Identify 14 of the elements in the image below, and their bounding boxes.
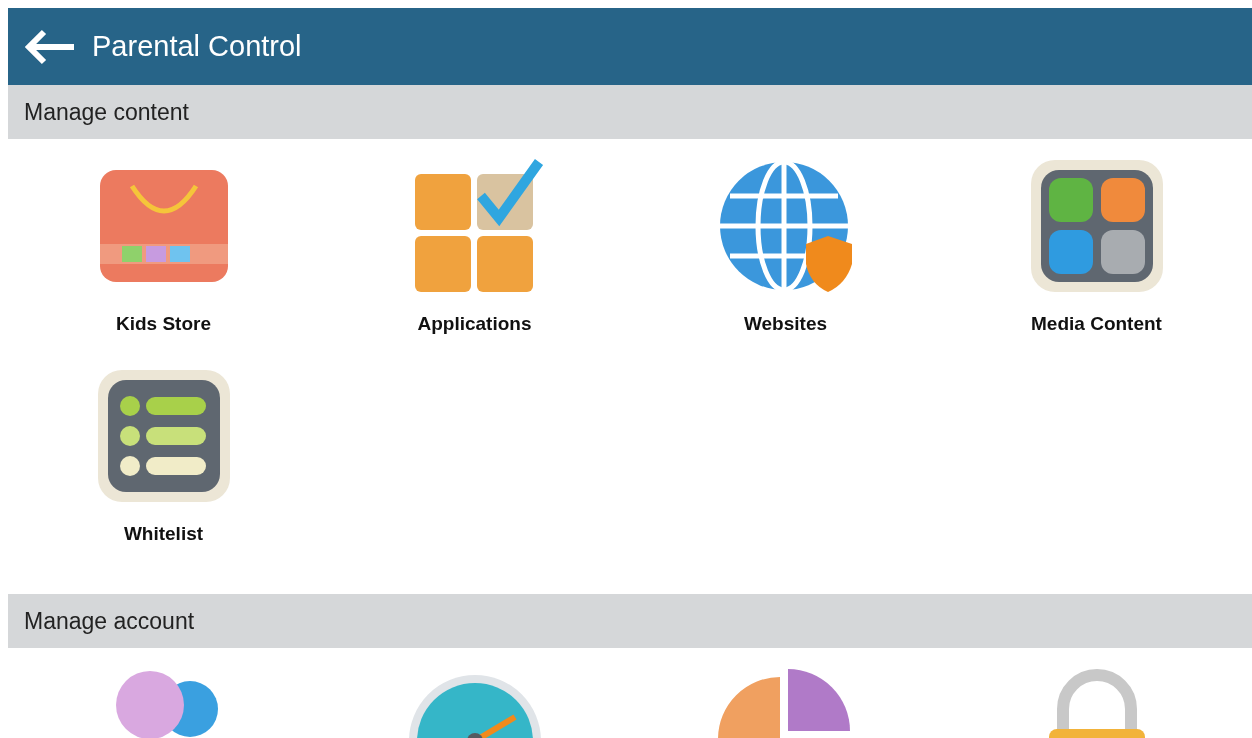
tile-label: Websites (743, 312, 828, 336)
menu-tile[interactable]: Whitelist (8, 366, 319, 576)
header-title: Parental Control (92, 28, 302, 64)
tile-label: Kids Store (116, 312, 211, 336)
tile-label: Whitelist (123, 522, 204, 546)
menu-tile[interactable]: Websites (630, 156, 941, 366)
back-arrow-icon[interactable] (24, 28, 76, 65)
menu-tile[interactable]: Media Content (941, 156, 1252, 366)
tile-label: Applications (417, 312, 532, 336)
section-header: Manage content (8, 85, 1252, 139)
tile-label: Media Content (1031, 312, 1162, 336)
section-header: Manage account (8, 594, 1252, 648)
menu-tile[interactable]: Kids Store (8, 156, 319, 366)
menu-tile[interactable]: Applications (319, 156, 630, 366)
